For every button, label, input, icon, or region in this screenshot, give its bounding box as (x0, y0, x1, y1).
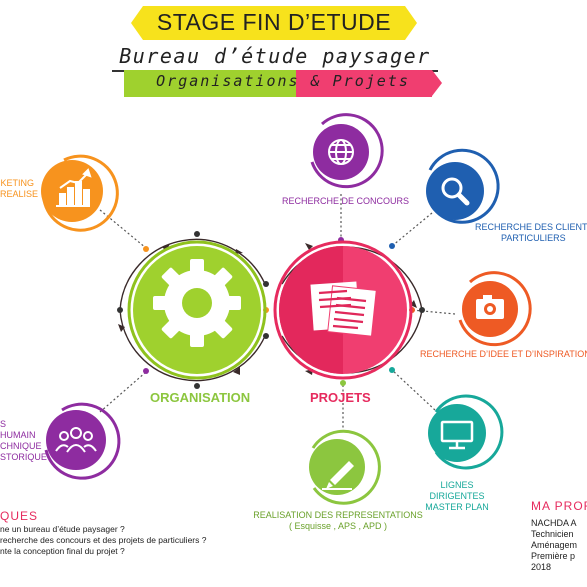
problematique-item: ne un bureau d’étude paysager ? (0, 524, 125, 534)
gear-icon (153, 259, 241, 347)
problematiques-heading: QUES (0, 509, 39, 523)
realisation-label: REALISATION DES REPRESENTATIONS ( Esquis… (253, 510, 423, 531)
problematique-item: nte la conception final du projet ? (0, 546, 125, 556)
organisation-label: ORGANISATION (150, 390, 251, 405)
problematique-item: recherche des concours et des projets de… (0, 535, 207, 545)
concours-node (310, 113, 384, 189)
marketing-label: KETING REALISE (0, 178, 39, 199)
clients-label: RECHERCHE DES CLIENTS P PARTICULIERS (475, 222, 587, 243)
concours-label: RECHERCHE DE CONCOURS (282, 196, 410, 206)
humain-label: S HUMAIN CHNIQUE STORIQUE (0, 419, 47, 462)
lignes-node (428, 394, 504, 470)
documents-icon (310, 281, 377, 337)
humain-node (44, 402, 121, 480)
projets-label: PROJETS (310, 390, 371, 405)
profile-heading: MA PROF (531, 499, 587, 513)
profile-list: NACHDA A Technicien Aménagem Première p … (531, 518, 578, 572)
idee-label: RECHERCHE D’IDEE ET D’INSPIRATION (420, 349, 587, 359)
lignes-label: LIGNES DIRIGENTES MASTER PLAN (425, 480, 489, 512)
problematiques-list: ne un bureau d’étude paysager ? recherch… (0, 524, 206, 557)
